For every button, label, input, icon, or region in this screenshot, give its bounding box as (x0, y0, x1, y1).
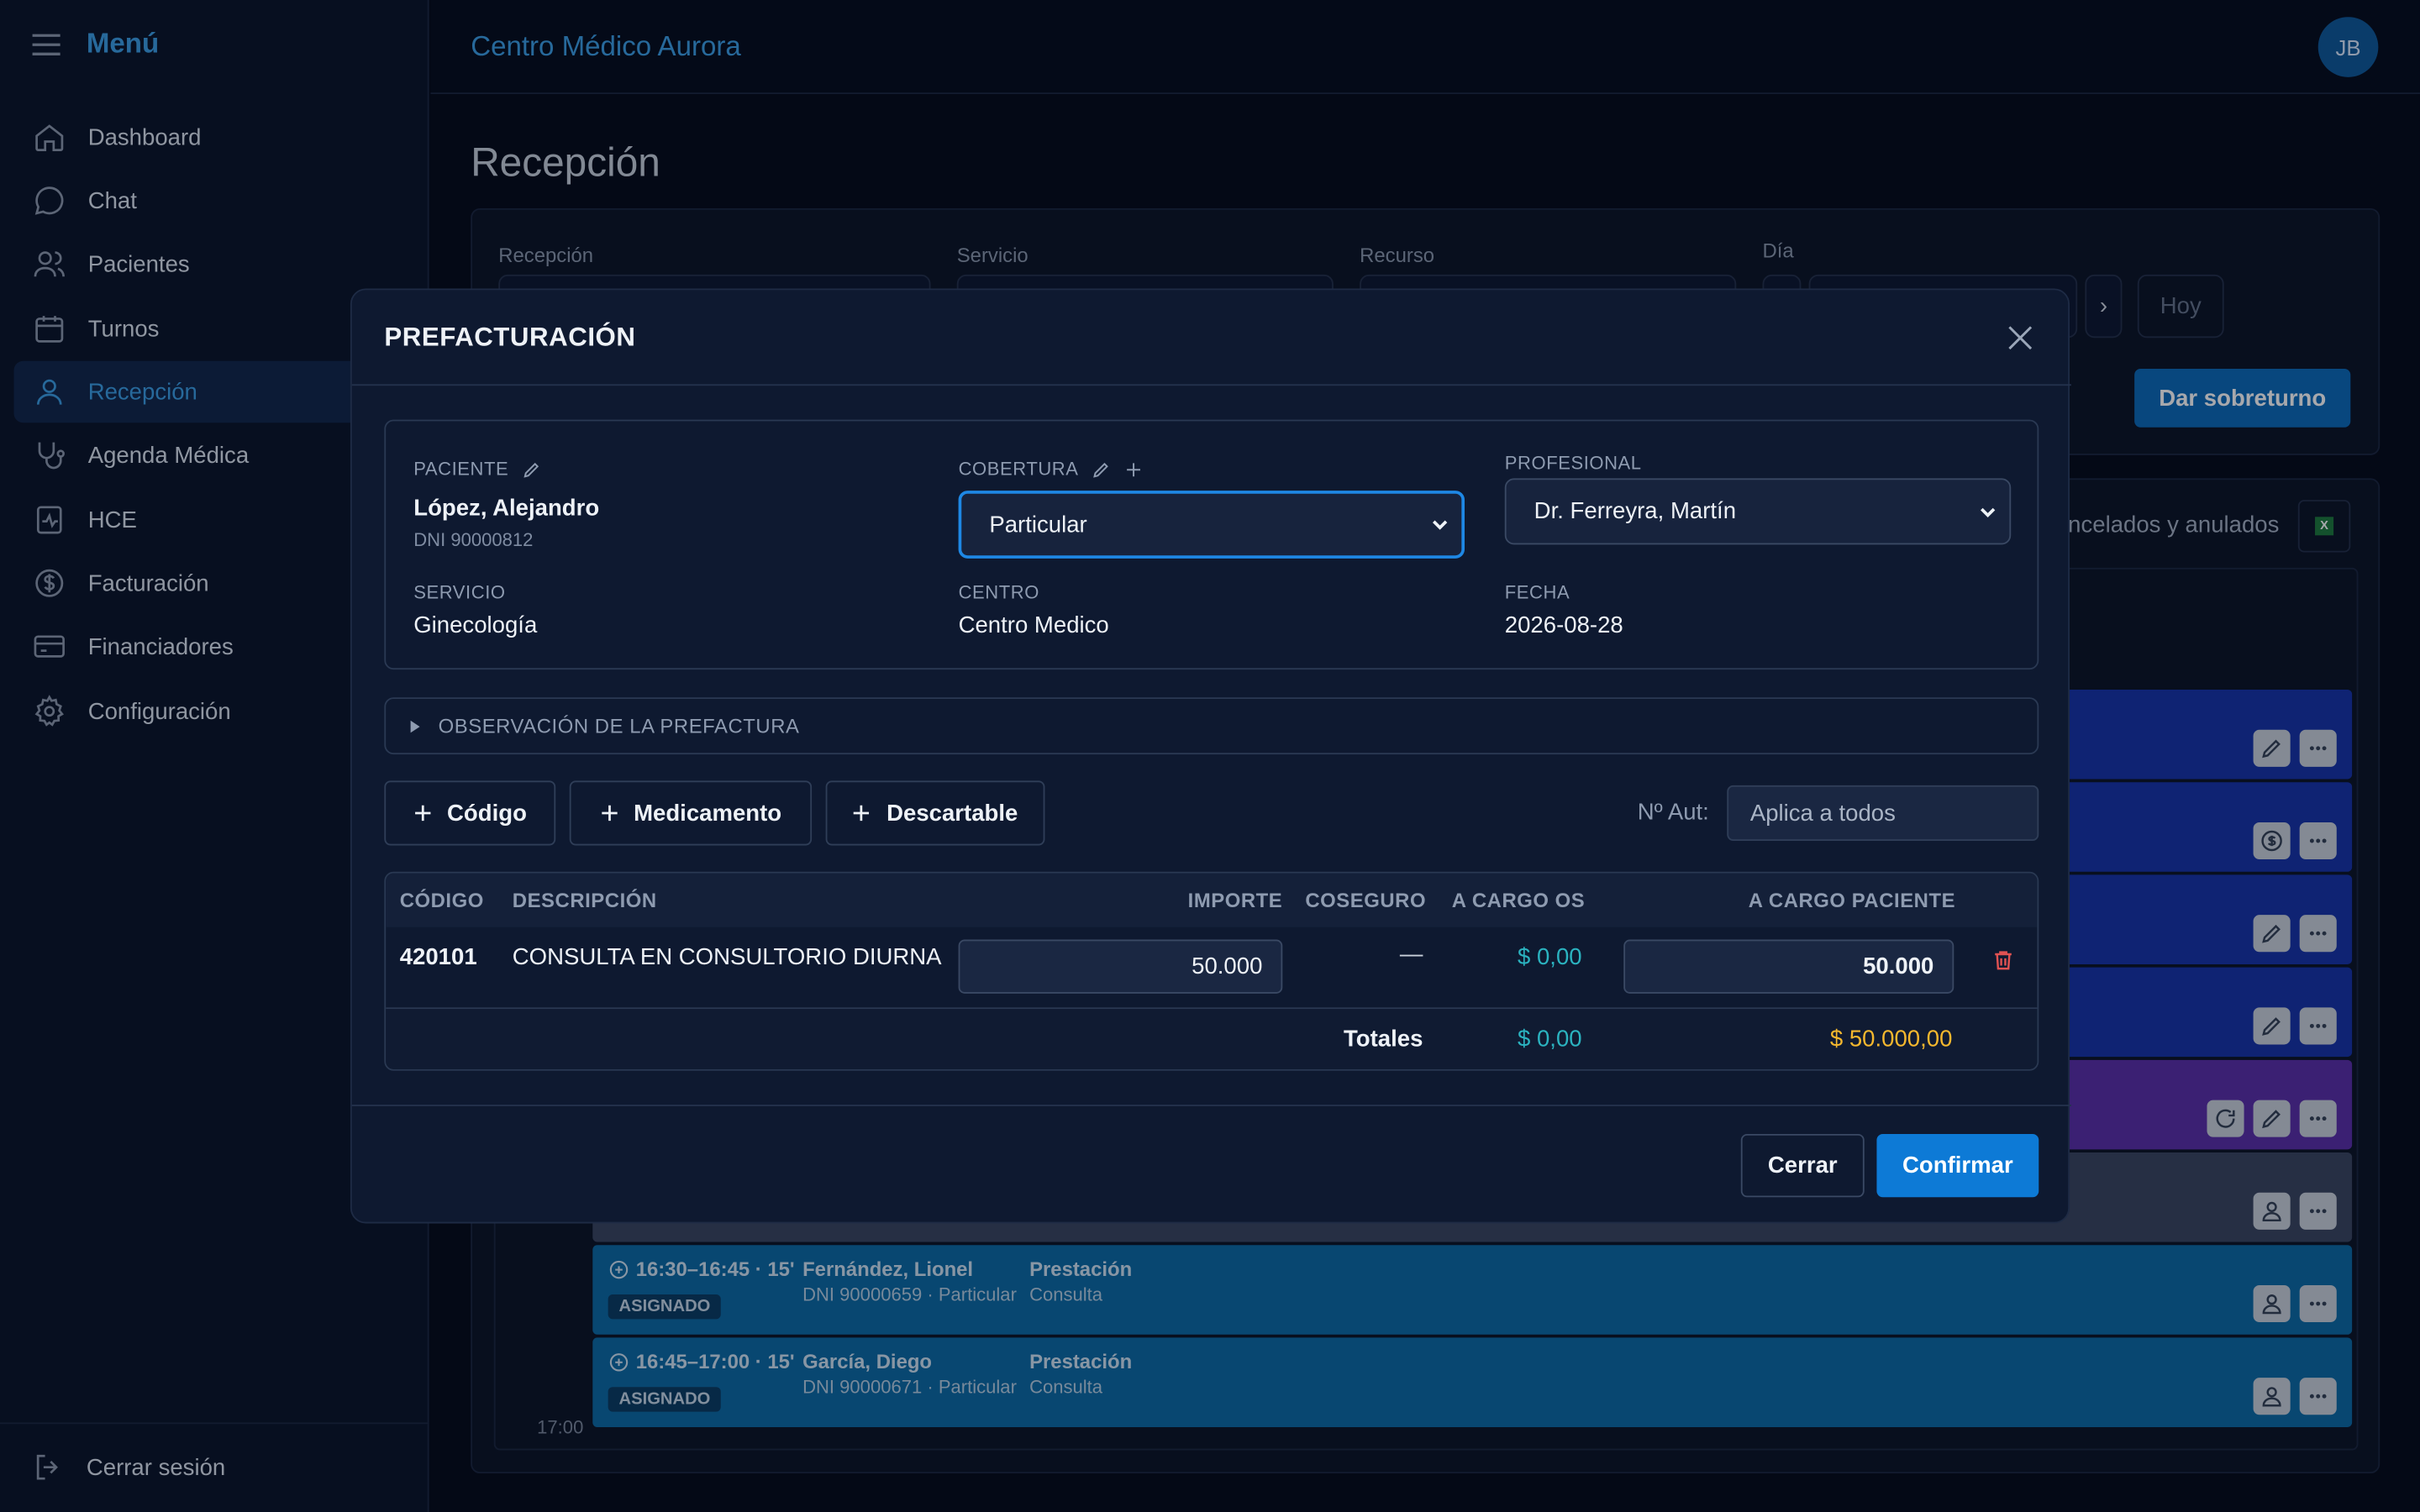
cobertura-select[interactable]: Particular (958, 491, 1465, 559)
close-icon[interactable] (2007, 324, 2034, 352)
paciente-name: López, Alejandro (413, 495, 600, 522)
cargo-paciente-input[interactable]: 50.000 (1623, 939, 1954, 994)
total-os: $ 0,00 (1517, 1026, 1582, 1053)
profesional-label: PROFESIONAL (1504, 452, 1642, 474)
fecha-label: FECHA (1504, 581, 1570, 604)
total-paciente: $ 50.000,00 (1829, 1026, 1953, 1053)
th-codigo: CÓDIGO (399, 888, 484, 912)
fecha-value: 2026-08-28 (1504, 612, 1623, 639)
cerrar-button[interactable]: Cerrar (1740, 1133, 1865, 1198)
th-cargo-os: A CARGO OS (1451, 888, 1586, 912)
plus-icon (854, 805, 870, 822)
observacion-toggle[interactable]: OBSERVACIÓN DE LA PREFACTURA (384, 697, 2039, 755)
add-descartable-label: Descartable (886, 800, 1018, 827)
pencil-icon[interactable] (1091, 459, 1111, 479)
prefacturacion-modal: PREFACTURACIÓN PACIENTE López, Alejandro… (350, 288, 2071, 1224)
profesional-select-value: Dr. Ferreyra, Martín (1534, 498, 1737, 525)
row-descripcion: CONSULTA EN CONSULTORIO DIURNA (512, 944, 942, 971)
totals-row (386, 1009, 2038, 1069)
th-cargo-paciente: A CARGO PACIENTE (1748, 888, 1956, 912)
centro-value: Centro Medico (958, 612, 1109, 639)
observacion-label: OBSERVACIÓN DE LA PREFACTURA (438, 714, 800, 738)
importe-input[interactable]: 50.000 (958, 939, 1283, 994)
cobertura-label-text: COBERTURA (958, 458, 1079, 480)
profesional-select[interactable]: Dr. Ferreyra, Martín (1504, 478, 2012, 545)
naut-input[interactable]: Aplica a todos (1727, 785, 2039, 842)
add-descartable-button[interactable]: Descartable (825, 780, 1045, 846)
add-medicamento-button[interactable]: Medicamento (569, 780, 813, 846)
trash-icon[interactable] (1991, 948, 2015, 974)
add-codigo-label: Código (447, 800, 527, 827)
servicio-value: Ginecología (413, 612, 538, 639)
cobertura-label: COBERTURA (959, 458, 1144, 480)
table-header: CÓDIGO DESCRIPCIÓN IMPORTE COSEGURO A CA… (386, 873, 2038, 927)
paciente-label: PACIENTE (413, 458, 541, 480)
servicio-label: SERVICIO (413, 581, 506, 604)
totales-label: Totales (1344, 1026, 1423, 1053)
plus-icon[interactable] (1123, 459, 1144, 479)
plus-icon (414, 805, 430, 822)
centro-label: CENTRO (958, 581, 1039, 604)
plus-icon (601, 805, 617, 822)
cobertura-select-value: Particular (989, 511, 1087, 538)
row-codigo: 420101 (399, 944, 477, 971)
add-codigo-button[interactable]: Código (384, 780, 556, 846)
paciente-dni: DNI 90000812 (413, 528, 534, 551)
items-table: CÓDIGO DESCRIPCIÓN IMPORTE COSEGURO A CA… (384, 871, 2039, 1071)
th-descripcion: DESCRIPCIÓN (512, 888, 657, 912)
row-coseguro: — (1399, 941, 1423, 968)
prefactura-info-card: PACIENTE López, Alejandro DNI 90000812 C… (384, 419, 2039, 670)
caret-right-icon (410, 719, 420, 732)
th-importe: IMPORTE (1187, 888, 1283, 912)
th-coseguro: COSEGURO (1305, 888, 1427, 912)
row-cargo-os: $ 0,00 (1517, 944, 1582, 971)
modal-divider (351, 384, 2071, 386)
add-medicamento-label: Medicamento (634, 800, 782, 827)
confirmar-button[interactable]: Confirmar (1876, 1133, 2039, 1198)
modal-title: PREFACTURACIÓN (384, 322, 636, 352)
paciente-label-text: PACIENTE (413, 458, 509, 480)
chevron-down-icon (1432, 520, 1448, 530)
naut-label: Nº Aut: (1637, 799, 1709, 826)
modal-footer-divider (351, 1105, 2071, 1106)
chevron-down-icon (1981, 507, 1996, 517)
pencil-icon[interactable] (521, 459, 541, 479)
